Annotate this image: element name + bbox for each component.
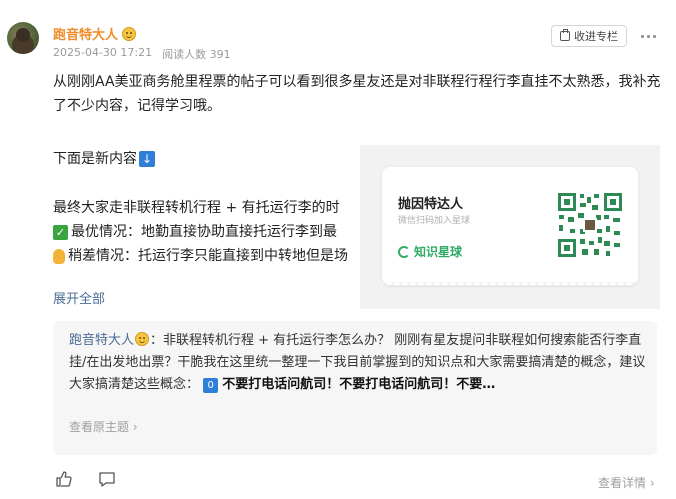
planet-brand: 知识星球 (398, 243, 462, 260)
post-author[interactable]: 跑音特大人 (53, 24, 137, 43)
card-title: 抛因特达人 (398, 197, 464, 212)
planet-logo-icon (398, 245, 410, 258)
ok-hand-icon (53, 248, 65, 264)
add-to-column-label: 收进专栏 (574, 30, 618, 43)
add-to-column-button[interactable]: 收进专栏 (551, 25, 627, 47)
check-mark-icon: ✓ (53, 224, 68, 240)
avatar[interactable] (7, 22, 39, 54)
collection-icon (560, 29, 570, 41)
post-meta: 2025-04-30 17:21 阅读人数 391 (53, 46, 231, 62)
planet-invite-card[interactable]: 抛因特达人 微信扫码加入星球 知识星球 (382, 167, 638, 288)
card-subtitle: 微信扫码加入星球 (398, 216, 471, 226)
smile-emoji-icon (122, 26, 137, 41)
quoted-topic[interactable]: 跑音特大人 ：非联程转机行程 + 有托运行李怎么办？ 刚刚有星友提问非联程如何搜索… (53, 321, 657, 455)
smile-emoji-icon (135, 332, 150, 346)
post-paragraph-3: 最终大家走非联程转机行程 + 有托运行李的时 (53, 200, 340, 216)
post-date: 2025-04-30 17:21 (53, 46, 153, 59)
view-original-topic-link[interactable]: 查看原主题 › (69, 418, 138, 435)
quote-author[interactable]: 跑音特大人 (69, 333, 134, 348)
best-case-text: 最优情况：地勤直接协助直接托运行李到最 (71, 224, 337, 240)
expand-all-link[interactable]: 展开全部 (53, 288, 105, 307)
view-details-link[interactable]: 查看详情 › (598, 474, 655, 491)
chevron-right-icon: › (649, 476, 655, 490)
comment-icon[interactable] (98, 470, 116, 488)
worse-case-text: 稍差情况：托运行李只能直接到中转地但是场 (68, 248, 348, 264)
view-original-label: 查看原主题 (69, 420, 130, 434)
view-details-label: 查看详情 (598, 476, 647, 490)
card-ticket-edge (382, 282, 638, 288)
number-zero-icon: 0 (203, 378, 219, 393)
qr-code-icon (556, 191, 624, 259)
new-content-label: 下面是新内容 (53, 151, 137, 167)
read-count: 阅读人数 391 (162, 48, 231, 61)
planet-brand-label: 知识星球 (414, 245, 463, 259)
like-icon[interactable] (55, 470, 73, 488)
post-paragraph-1: 从刚刚AA美亚商务舱里程票的帖子可以看到很多星友还是对非联程行程行李直挂不太熟悉… (53, 74, 661, 114)
quote-body: 跑音特大人 ：非联程转机行程 + 有托运行李怎么办？ 刚刚有星友提问非联程如何搜索… (69, 330, 647, 396)
more-options-icon[interactable] (641, 35, 656, 38)
quote-warning: 不要打电话问航司！不要打电话问航司！不要… (222, 377, 496, 392)
down-arrow-icon: ↓ (139, 151, 155, 167)
chevron-right-icon: › (132, 420, 138, 434)
author-name[interactable]: 跑音特大人 (53, 24, 118, 43)
